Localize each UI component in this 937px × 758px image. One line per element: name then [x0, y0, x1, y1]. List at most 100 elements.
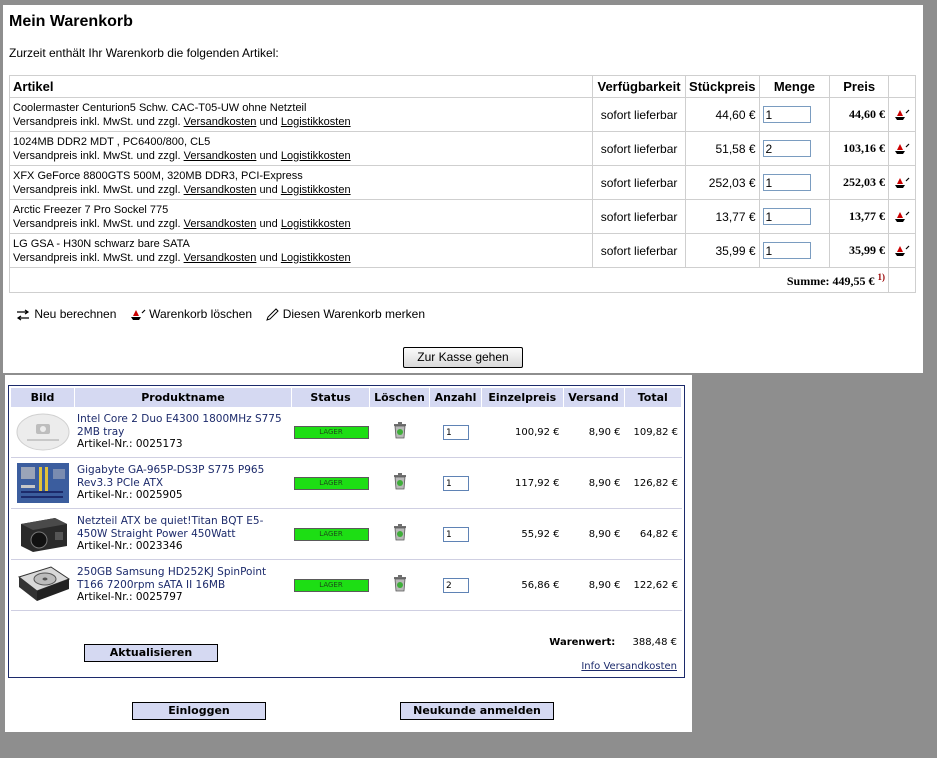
- trash-icon[interactable]: [393, 524, 407, 541]
- quantity-input[interactable]: 1: [443, 424, 469, 440]
- quantity-input[interactable]: 1: [762, 174, 811, 191]
- item-unit-price: 44,60 €: [685, 97, 760, 132]
- unit-price: 100,92 €: [482, 407, 564, 458]
- remove-from-cart-icon[interactable]: [894, 143, 910, 155]
- item-description: Coolermaster Centurion5 Schw. CAC-T05-UW…: [8, 97, 594, 132]
- logistics-cost-link[interactable]: Logistikkosten: [281, 218, 351, 230]
- logistics-cost-link[interactable]: Logistikkosten: [281, 252, 351, 264]
- item-delete-cell: [888, 131, 916, 166]
- shipping-price: 8,90 €: [563, 407, 625, 458]
- quantity-input[interactable]: 1: [443, 475, 469, 491]
- delete-cell: [370, 458, 430, 509]
- login-button[interactable]: Einloggen: [132, 702, 266, 720]
- col-delete: Löschen: [370, 388, 430, 407]
- mainboard-image: [17, 463, 69, 503]
- shipping-info-link[interactable]: Info Versandkosten: [581, 661, 677, 672]
- total-price: 64,82 €: [624, 509, 682, 560]
- cart-item-row: Arctic Freezer 7 Pro Sockel 775 Versandp…: [8, 199, 916, 234]
- shipping-price: 8,90 €: [563, 560, 625, 611]
- shipping-cost-link[interactable]: Versandkosten: [184, 150, 257, 162]
- col-quantity: Anzahl: [430, 388, 482, 407]
- item-shipping-note: Versandpreis inkl. MwSt. und zzgl. Versa…: [13, 217, 589, 231]
- trash-icon[interactable]: [393, 473, 407, 490]
- pencil-icon: [266, 308, 280, 322]
- status-cell: LAGER: [292, 407, 370, 458]
- clear-cart-button[interactable]: Warenkorb löschen: [130, 307, 256, 321]
- shipping-cost-link[interactable]: Versandkosten: [184, 218, 257, 230]
- cart-table-1: Artikel Verfügbarkeit Stückpreis Menge P…: [8, 75, 916, 293]
- quantity-input[interactable]: 1: [762, 106, 811, 123]
- hdd-image: [17, 566, 71, 601]
- remove-from-cart-icon[interactable]: [894, 109, 910, 121]
- article-number: Artikel-Nr.: 0025173: [77, 438, 183, 451]
- trash-icon[interactable]: [393, 575, 407, 592]
- item-name: Coolermaster Centurion5 Schw. CAC-T05-UW…: [13, 101, 307, 114]
- item-name: LG GSA - H30N schwarz bare SATA: [13, 237, 190, 250]
- shipping-prefix: Versandpreis inkl. MwSt. und zzgl.: [13, 183, 181, 196]
- no-image-icon: [16, 413, 70, 451]
- status-cell: LAGER: [292, 509, 370, 560]
- quantity-input[interactable]: 1: [443, 526, 469, 542]
- stock-status-badge: LAGER: [293, 527, 369, 541]
- total-price: 109,82 €: [624, 407, 682, 458]
- item-quantity-cell: 2: [758, 131, 831, 166]
- register-button[interactable]: Neukunde anmelden: [400, 702, 554, 720]
- cart-item-row: Coolermaster Centurion5 Schw. CAC-T05-UW…: [8, 97, 916, 132]
- remove-from-cart-icon[interactable]: [894, 211, 910, 223]
- quantity-input[interactable]: 2: [443, 577, 469, 593]
- item-delete-cell: [888, 233, 916, 268]
- shipping-cost-link[interactable]: Versandkosten: [184, 252, 257, 264]
- and-text: und: [259, 183, 278, 196]
- quantity-input[interactable]: 1: [762, 208, 811, 225]
- and-text: und: [259, 149, 278, 162]
- stock-status-badge: LAGER: [293, 476, 369, 490]
- product-name-cell: Intel Core 2 Duo E4300 1800MHz S775 2MB …: [75, 407, 292, 458]
- product-name-cell: 250GB Samsung HD252KJ SpinPoint T166 720…: [75, 560, 292, 611]
- shipping-cost-link[interactable]: Versandkosten: [184, 184, 257, 196]
- item-unit-price: 35,99 €: [685, 233, 760, 268]
- shipping-prefix: Versandpreis inkl. MwSt. und zzgl.: [13, 115, 181, 128]
- item-delete-cell: [888, 165, 916, 200]
- item-description: 1024MB DDR2 MDT , PC6400/800, CL5 Versan…: [8, 131, 594, 166]
- cart-sum: Summe: 449,55 € 1): [8, 267, 890, 293]
- delete-cell: [370, 407, 430, 458]
- logistics-cost-link[interactable]: Logistikkosten: [281, 116, 351, 128]
- unit-price: 55,92 €: [482, 509, 564, 560]
- cart-intro: Zurzeit enthält Ihr Warenkorb die folgen…: [9, 46, 279, 60]
- quantity-input[interactable]: 2: [762, 140, 811, 157]
- product-name-link[interactable]: Netzteil ATX be quiet!Titan BQT E5-450W …: [77, 515, 292, 540]
- remember-cart-button[interactable]: Diesen Warenkorb merken: [265, 307, 425, 322]
- cart-item-row: 1024MB DDR2 MDT , PC6400/800, CL5 Versan…: [8, 131, 916, 166]
- recalculate-button[interactable]: Neu berechnen: [15, 307, 120, 321]
- logistics-cost-link[interactable]: Logistikkosten: [281, 150, 351, 162]
- product-row: Intel Core 2 Duo E4300 1800MHz S775 2MB …: [11, 407, 682, 458]
- stock-status-badge: LAGER: [293, 425, 369, 439]
- trash-icon[interactable]: [393, 422, 407, 439]
- unit-price: 117,92 €: [482, 458, 564, 509]
- shipping-cost-link[interactable]: Versandkosten: [184, 116, 257, 128]
- logistics-cost-link[interactable]: Logistikkosten: [281, 184, 351, 196]
- product-name-link[interactable]: 250GB Samsung HD252KJ SpinPoint T166 720…: [77, 566, 292, 591]
- item-price: 13,77 €: [829, 199, 890, 234]
- product-name-link[interactable]: Gigabyte GA-965P-DS3P S775 P965 Rev3.3 P…: [77, 464, 292, 489]
- item-description: Arctic Freezer 7 Pro Sockel 775 Versandp…: [8, 199, 594, 234]
- col-price: Preis: [829, 75, 890, 98]
- item-name: 1024MB DDR2 MDT , PC6400/800, CL5: [13, 135, 211, 148]
- item-price: 35,99 €: [829, 233, 890, 268]
- checkout-button[interactable]: Zur Kasse gehen: [403, 347, 523, 368]
- item-unit-price: 51,58 €: [685, 131, 760, 166]
- product-row: 250GB Samsung HD252KJ SpinPoint T166 720…: [11, 560, 682, 611]
- quantity-input[interactable]: 1: [762, 242, 811, 259]
- remove-from-cart-icon[interactable]: [894, 177, 910, 189]
- sum-empty-cell: [888, 267, 916, 293]
- update-button[interactable]: Aktualisieren: [84, 644, 218, 662]
- item-quantity-cell: 1: [758, 199, 831, 234]
- product-name-link[interactable]: Intel Core 2 Duo E4300 1800MHz S775 2MB …: [77, 413, 292, 438]
- quantity-cell: 1: [430, 458, 482, 509]
- product-image-cell: [11, 509, 75, 560]
- delete-cell: [370, 560, 430, 611]
- item-availability: sofort lieferbar: [592, 165, 687, 200]
- remove-from-cart-icon[interactable]: [894, 245, 910, 257]
- item-shipping-note: Versandpreis inkl. MwSt. und zzgl. Versa…: [13, 251, 589, 265]
- quantity-cell: 1: [430, 407, 482, 458]
